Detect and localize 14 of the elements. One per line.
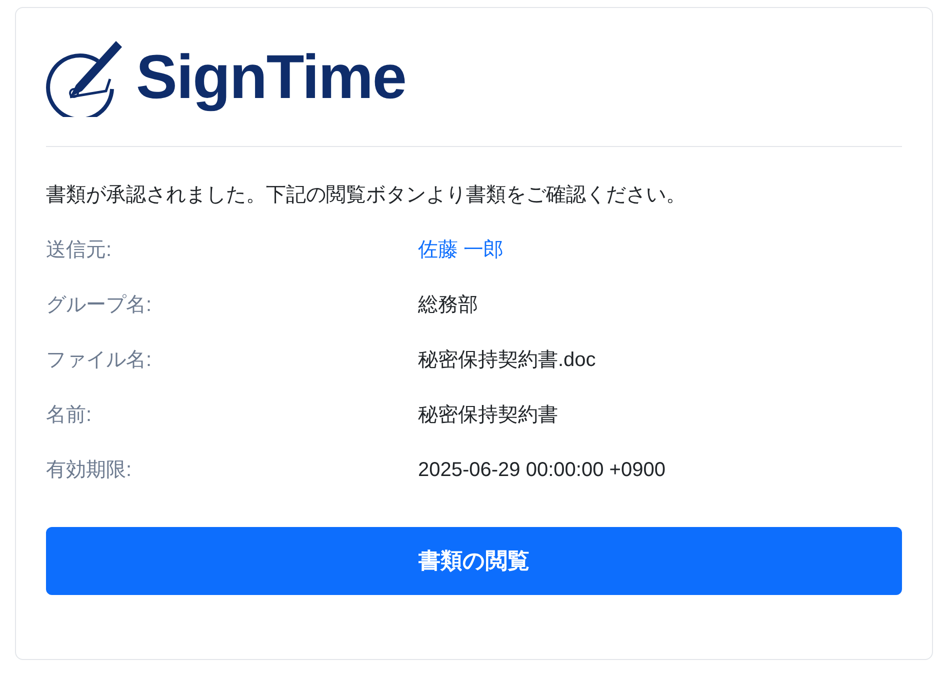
pen-circle-icon	[46, 39, 122, 117]
view-documents-button[interactable]: 書類の閲覧	[46, 527, 902, 595]
sender-link[interactable]: 佐藤 一郎	[418, 238, 504, 262]
detail-value: 秘密保持契約書	[418, 403, 558, 427]
detail-label: 名前:	[46, 403, 93, 427]
approval-message: 書類が承認されました。下記の閲覧ボタンより書類をご確認ください。	[46, 183, 687, 207]
detail-value: 総務部	[418, 293, 478, 317]
detail-label: グループ名:	[46, 293, 153, 317]
detail-label: 送信元:	[46, 238, 113, 262]
logo-text: SignTime	[136, 47, 406, 109]
detail-label: ファイル名:	[46, 348, 153, 372]
detail-value: 秘密保持契約書.doc	[418, 348, 596, 372]
detail-value: 2025-06-29 00:00:00 +0900	[418, 458, 666, 482]
detail-label: 有効期限:	[46, 458, 133, 482]
